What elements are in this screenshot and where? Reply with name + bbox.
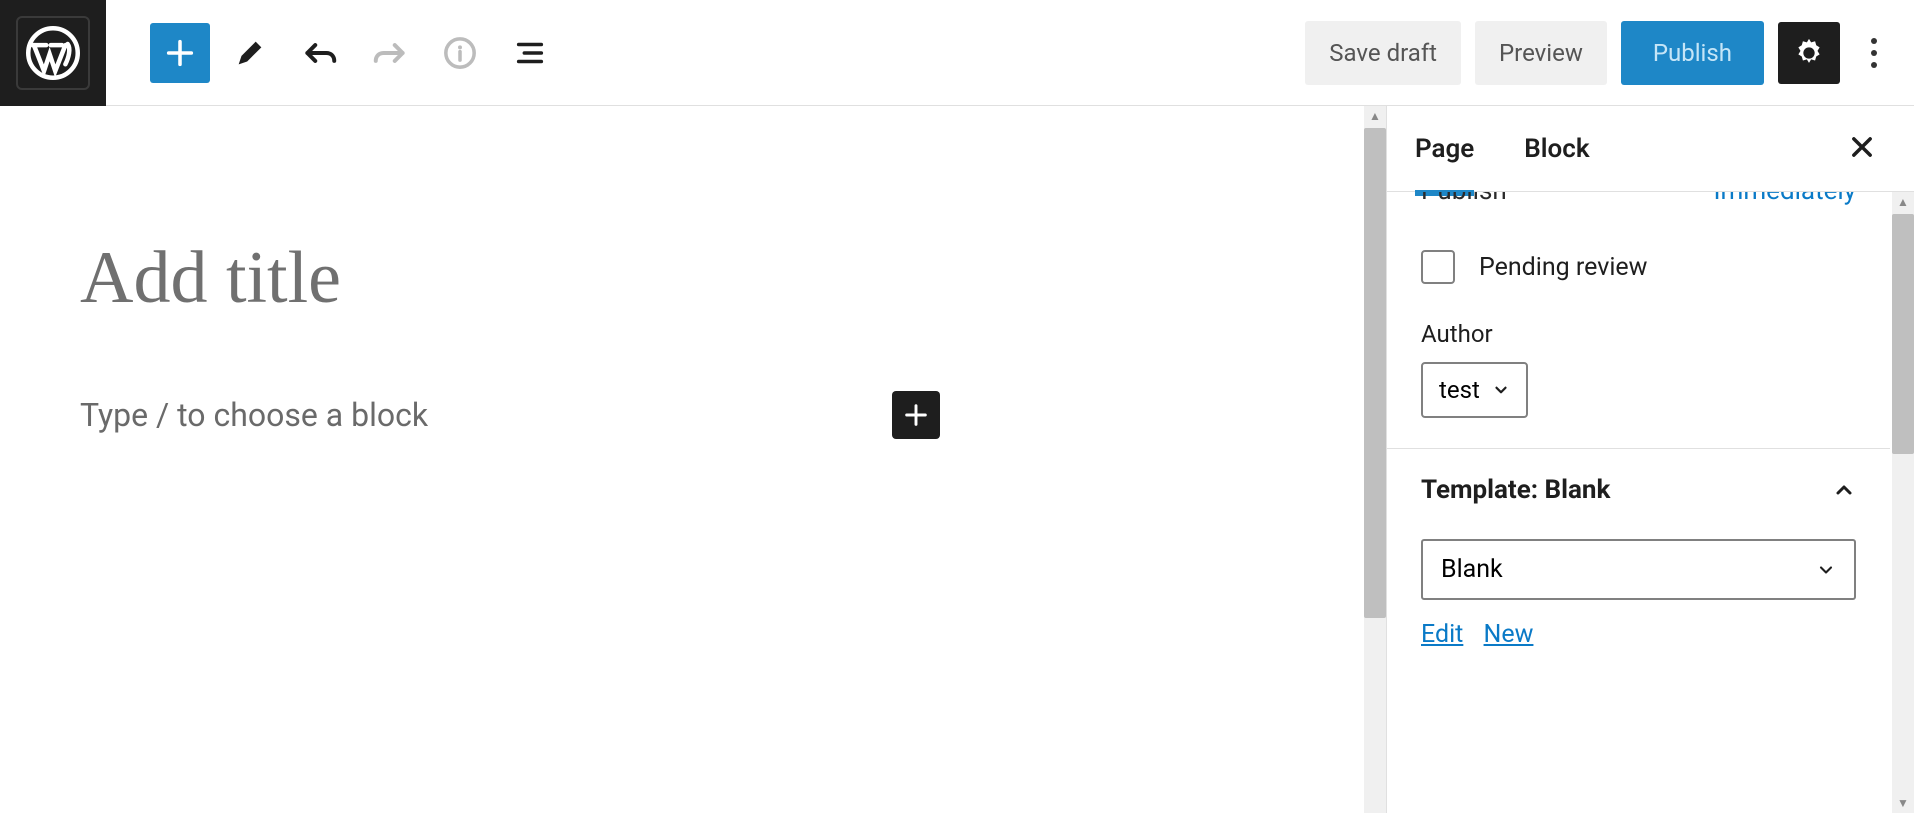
- gear-icon: [1792, 36, 1826, 70]
- publish-label: Publish: [1421, 192, 1507, 206]
- list-view-button[interactable]: [500, 23, 560, 83]
- toolbar-right: Save draft Preview Publish: [1305, 21, 1894, 85]
- toolbar-left: [150, 23, 560, 83]
- chevron-up-icon: [1832, 478, 1856, 502]
- author-value: test: [1439, 376, 1480, 404]
- plus-icon: [163, 36, 197, 70]
- save-draft-button[interactable]: Save draft: [1305, 21, 1461, 85]
- info-icon: [443, 36, 477, 70]
- edit-tool-button[interactable]: [220, 23, 280, 83]
- wordpress-logo[interactable]: [0, 0, 106, 106]
- settings-sidebar: Page Block ▲ ▼ Publish Immediately: [1386, 106, 1914, 813]
- template-panel-header[interactable]: Template: Blank: [1387, 449, 1890, 515]
- block-placeholder[interactable]: Type / to choose a block: [80, 396, 428, 434]
- undo-button[interactable]: [290, 23, 350, 83]
- close-sidebar-button[interactable]: [1838, 123, 1886, 175]
- pending-review-row: Pending review: [1421, 250, 1856, 284]
- undo-icon: [301, 34, 339, 72]
- tab-page[interactable]: Page: [1415, 108, 1474, 196]
- pending-review-label: Pending review: [1479, 253, 1647, 282]
- outline-icon: [513, 36, 547, 70]
- author-label: Author: [1421, 320, 1856, 348]
- editor-canvas[interactable]: ▲ Add title Type / to choose a block: [0, 106, 1386, 813]
- pending-review-checkbox[interactable]: [1421, 250, 1455, 284]
- info-button[interactable]: [430, 23, 490, 83]
- template-new-link[interactable]: New: [1484, 620, 1534, 649]
- sidebar-tabs: Page Block: [1387, 106, 1914, 192]
- add-block-inline-button[interactable]: [892, 391, 940, 439]
- sidebar-body: ▲ ▼ Publish Immediately Pending review A…: [1387, 192, 1914, 813]
- more-options-button[interactable]: [1854, 22, 1894, 84]
- template-title: Template: Blank: [1421, 475, 1610, 505]
- preview-button[interactable]: Preview: [1475, 21, 1607, 85]
- template-edit-link[interactable]: Edit: [1421, 620, 1463, 649]
- template-value: Blank: [1441, 555, 1503, 584]
- editor-scrollbar[interactable]: ▲: [1364, 106, 1386, 813]
- title-input[interactable]: Add title: [80, 236, 1306, 321]
- close-icon: [1848, 133, 1876, 161]
- top-toolbar: Save draft Preview Publish: [0, 0, 1914, 106]
- chevron-down-icon: [1492, 381, 1510, 399]
- wordpress-icon: [26, 26, 80, 80]
- pencil-icon: [233, 36, 267, 70]
- plus-icon: [902, 401, 930, 429]
- chevron-down-icon: [1816, 560, 1836, 580]
- tab-block[interactable]: Block: [1524, 108, 1589, 196]
- template-links: Edit New: [1387, 620, 1890, 649]
- publish-button[interactable]: Publish: [1621, 21, 1764, 85]
- template-select[interactable]: Blank: [1421, 539, 1856, 600]
- status-section: Pending review Author test: [1387, 226, 1890, 448]
- author-select[interactable]: test: [1421, 362, 1528, 418]
- add-block-toolbar-button[interactable]: [150, 23, 210, 83]
- redo-icon: [371, 34, 409, 72]
- settings-button[interactable]: [1778, 22, 1840, 84]
- publish-schedule-link[interactable]: Immediately: [1713, 192, 1856, 206]
- redo-button[interactable]: [360, 23, 420, 83]
- main-area: ▲ Add title Type / to choose a block Pag…: [0, 106, 1914, 813]
- sidebar-scrollbar[interactable]: ▲ ▼: [1892, 192, 1914, 813]
- publish-row-partial: Publish Immediately: [1387, 192, 1890, 226]
